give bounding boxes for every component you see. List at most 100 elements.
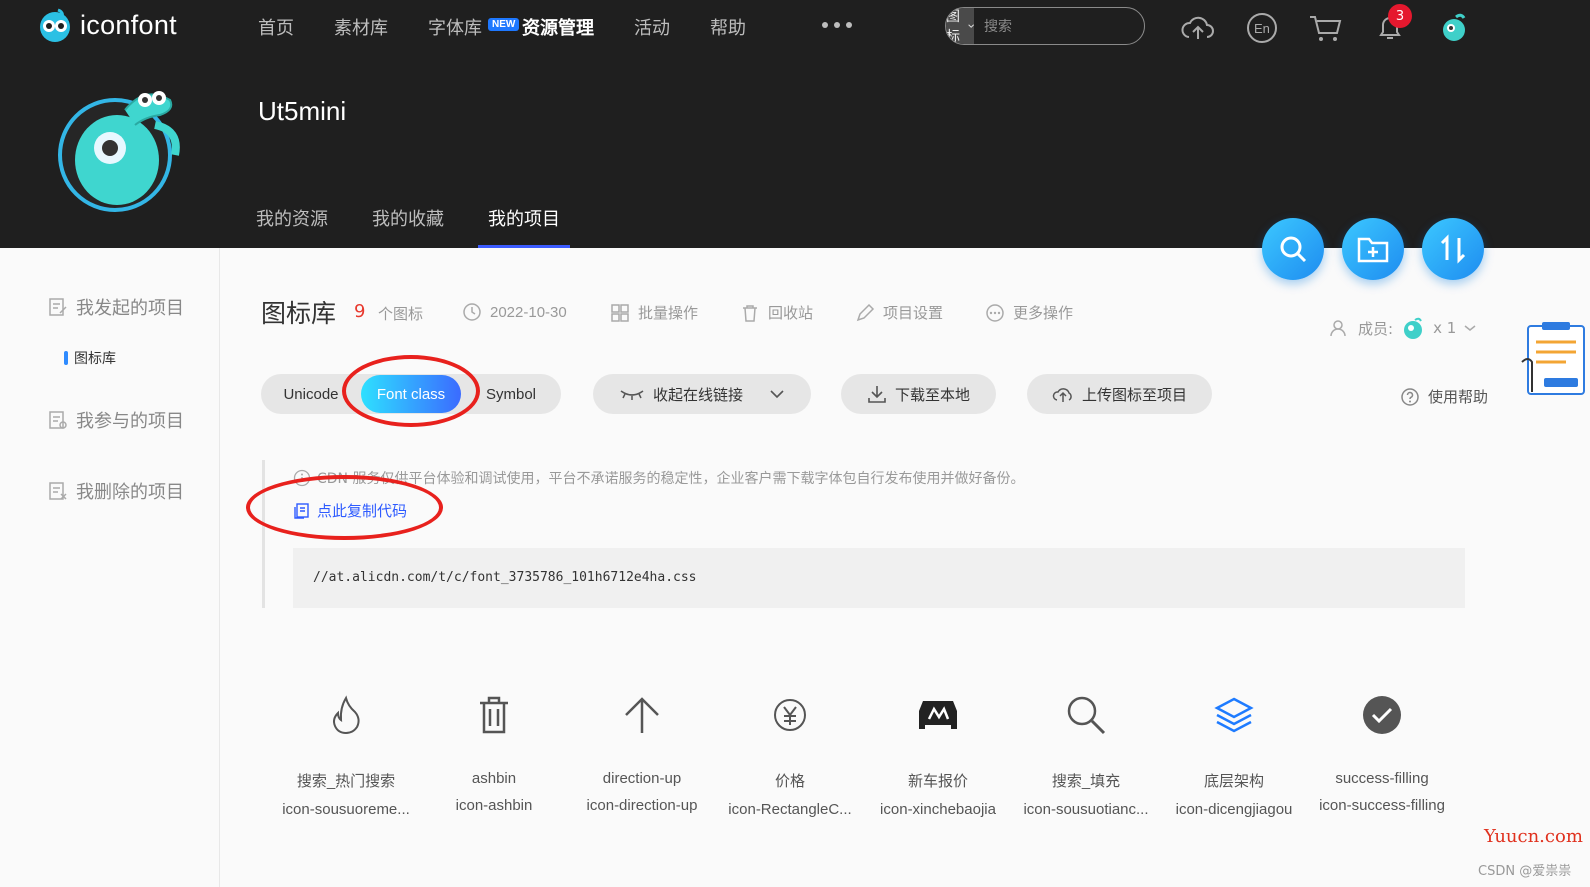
sort-button[interactable] [1422,218,1484,280]
chevron-down-icon [1464,325,1476,331]
sidebar-item-icon-library[interactable]: 图标库 [64,348,116,368]
top-icon-bar: En 3 [1178,4,1498,46]
nav-home[interactable]: 首页 [258,14,294,40]
nav-resource-management[interactable]: 资源管理 [522,14,594,40]
icon-card[interactable]: ashbin icon-ashbin [420,690,568,818]
more-actions-button[interactable]: 更多操作 [985,302,1073,323]
iconfont-logo[interactable]: iconfont [36,6,177,44]
profile-avatar[interactable] [55,70,185,220]
check-circle-icon [1357,690,1407,740]
new-badge: NEW [488,18,520,31]
icon-card-code: icon-xinchebaojia [880,801,996,818]
nav-fonts-label: 字体库 [428,18,482,38]
edit-doc-icon [49,298,67,316]
sidebar-item-joined-projects[interactable]: 我参与的项目 [48,407,184,433]
doc-delete-icon [49,482,67,500]
sidebar-item-created-projects[interactable]: 我发起的项目 [48,294,184,320]
search-input[interactable] [974,8,1144,44]
annotation-circle [342,355,480,427]
more-menu-icon[interactable] [822,22,852,28]
usage-help-link[interactable]: 使用帮助 [1400,386,1488,407]
grid-icon [611,303,629,322]
profile-username: Ut5mini [258,96,347,126]
collapse-online-link-label: 收起在线链接 [652,386,743,404]
icon-card-code: icon-sousuoreme... [282,801,410,818]
icon-card[interactable]: 底层架构 icon-dicengjiagou [1160,690,1308,818]
members-icon [1330,320,1346,337]
svg-text:En: En [1254,21,1270,36]
nav-fonts[interactable]: 字体库 NEW [428,14,520,40]
profile-tabs: 我的资源 我的收藏 我的项目 [256,205,604,248]
recycle-bin-label: 回收站 [768,305,814,322]
nav-materials[interactable]: 素材库 [334,14,388,40]
tab-my-resources[interactable]: 我的资源 [256,205,328,248]
logo-text: iconfont [80,9,177,40]
tab-my-favorites[interactable]: 我的收藏 [372,205,444,248]
nav-help[interactable]: 帮助 [710,14,746,40]
download-local-button[interactable]: 下载至本地 [841,374,996,414]
sidebar-item-label: 我发起的项目 [76,298,184,318]
trash-icon [743,304,757,322]
cdn-code-block[interactable]: //at.alicdn.com/t/c/font_3735786_101h671… [293,548,1465,608]
tab-my-projects[interactable]: 我的项目 [478,205,570,248]
more-actions-label: 更多操作 [1013,305,1074,322]
active-indicator [64,351,68,365]
search-type-label: 图标 [946,9,960,45]
download-icon [868,386,886,403]
layers-icon [1209,690,1259,740]
notification-badge: 3 [1388,4,1412,28]
recycle-bin-button[interactable]: 回收站 [740,302,813,323]
new-folder-button[interactable] [1342,218,1404,280]
icon-card-name: 底层架构 [1203,773,1264,790]
icon-card[interactable]: 搜索_热门搜索 icon-sousuoreme... [272,690,420,818]
project-title: 图标库 [261,300,337,328]
eye-closed-icon [620,390,644,400]
icon-count: 9 [354,301,366,322]
search-icon [1280,236,1307,263]
icon-card-code: icon-sousuotianc... [1023,801,1149,818]
icon-card-code: icon-ashbin [455,797,533,814]
icon-card[interactable]: success-filling icon-success-filling [1308,690,1456,818]
clock-icon [463,303,481,321]
doc-user-icon [49,411,67,429]
icon-card-name: success-filling [1335,770,1429,787]
search-type-select[interactable]: 图标 [946,8,974,44]
online-link-panel: CDN 服务仅供平台体验和调试使用，平台不承诺服务的稳定性，企业客户需下载字体包… [262,460,1465,608]
upload-cloud-icon[interactable] [1178,10,1218,46]
batch-operation-button[interactable]: 批量操作 [610,302,698,323]
icon-card[interactable]: 新车报价 icon-xinchebaojia [864,690,1012,818]
download-local-label: 下载至本地 [894,386,970,404]
search-project-button[interactable] [1262,218,1324,280]
sidebar-item-deleted-projects[interactable]: 我删除的项目 [48,478,184,504]
yen-icon [765,690,815,740]
project-settings-button[interactable]: 项目设置 [855,302,943,323]
icon-card[interactable]: 搜索_填充 icon-sousuotianc... [1012,690,1160,818]
trash-icon [469,690,519,740]
cdn-notice-text: CDN 服务仅供平台体验和调试使用，平台不承诺服务的稳定性，企业客户需下载字体包… [317,471,1025,487]
more-dots-icon [986,303,1004,322]
cart-icon[interactable] [1306,10,1346,46]
icon-card-name: ashbin [471,770,517,787]
logo-icon [40,8,70,42]
sort-icon [1440,234,1466,264]
arrow-up-icon [617,690,667,740]
icon-card-name: direction-up [602,770,682,787]
upload-icons-label: 上传图标至项目 [1081,386,1187,404]
collapse-online-link-button[interactable]: 收起在线链接 [593,374,811,414]
icon-card[interactable]: 价格 icon-RectangleC... [716,690,864,818]
project-members[interactable]: 成员: x 1 [1330,315,1476,341]
language-en-icon[interactable]: En [1242,10,1282,46]
quick-guide-illustration[interactable] [1520,322,1590,398]
upload-cloud-icon [1052,388,1072,402]
fire-icon [321,690,371,740]
nav-activity[interactable]: 活动 [634,14,670,40]
project-sidebar: 我发起的项目 图标库 我参与的项目 我删除的项目 [0,248,220,887]
top-navigation: 首页 素材库 字体库 NEW 资源管理 活动 帮助 [258,14,786,40]
icon-card-name: 搜索_填充 [1051,773,1121,790]
bell-icon[interactable]: 3 [1370,4,1412,46]
user-avatar-icon[interactable] [1434,10,1474,46]
upload-icons-button[interactable]: 上传图标至项目 [1027,374,1212,414]
project-date: 2022-10-30 [462,302,567,322]
icon-card[interactable]: direction-up icon-direction-up [568,690,716,818]
members-label: 成员: [1358,319,1394,338]
